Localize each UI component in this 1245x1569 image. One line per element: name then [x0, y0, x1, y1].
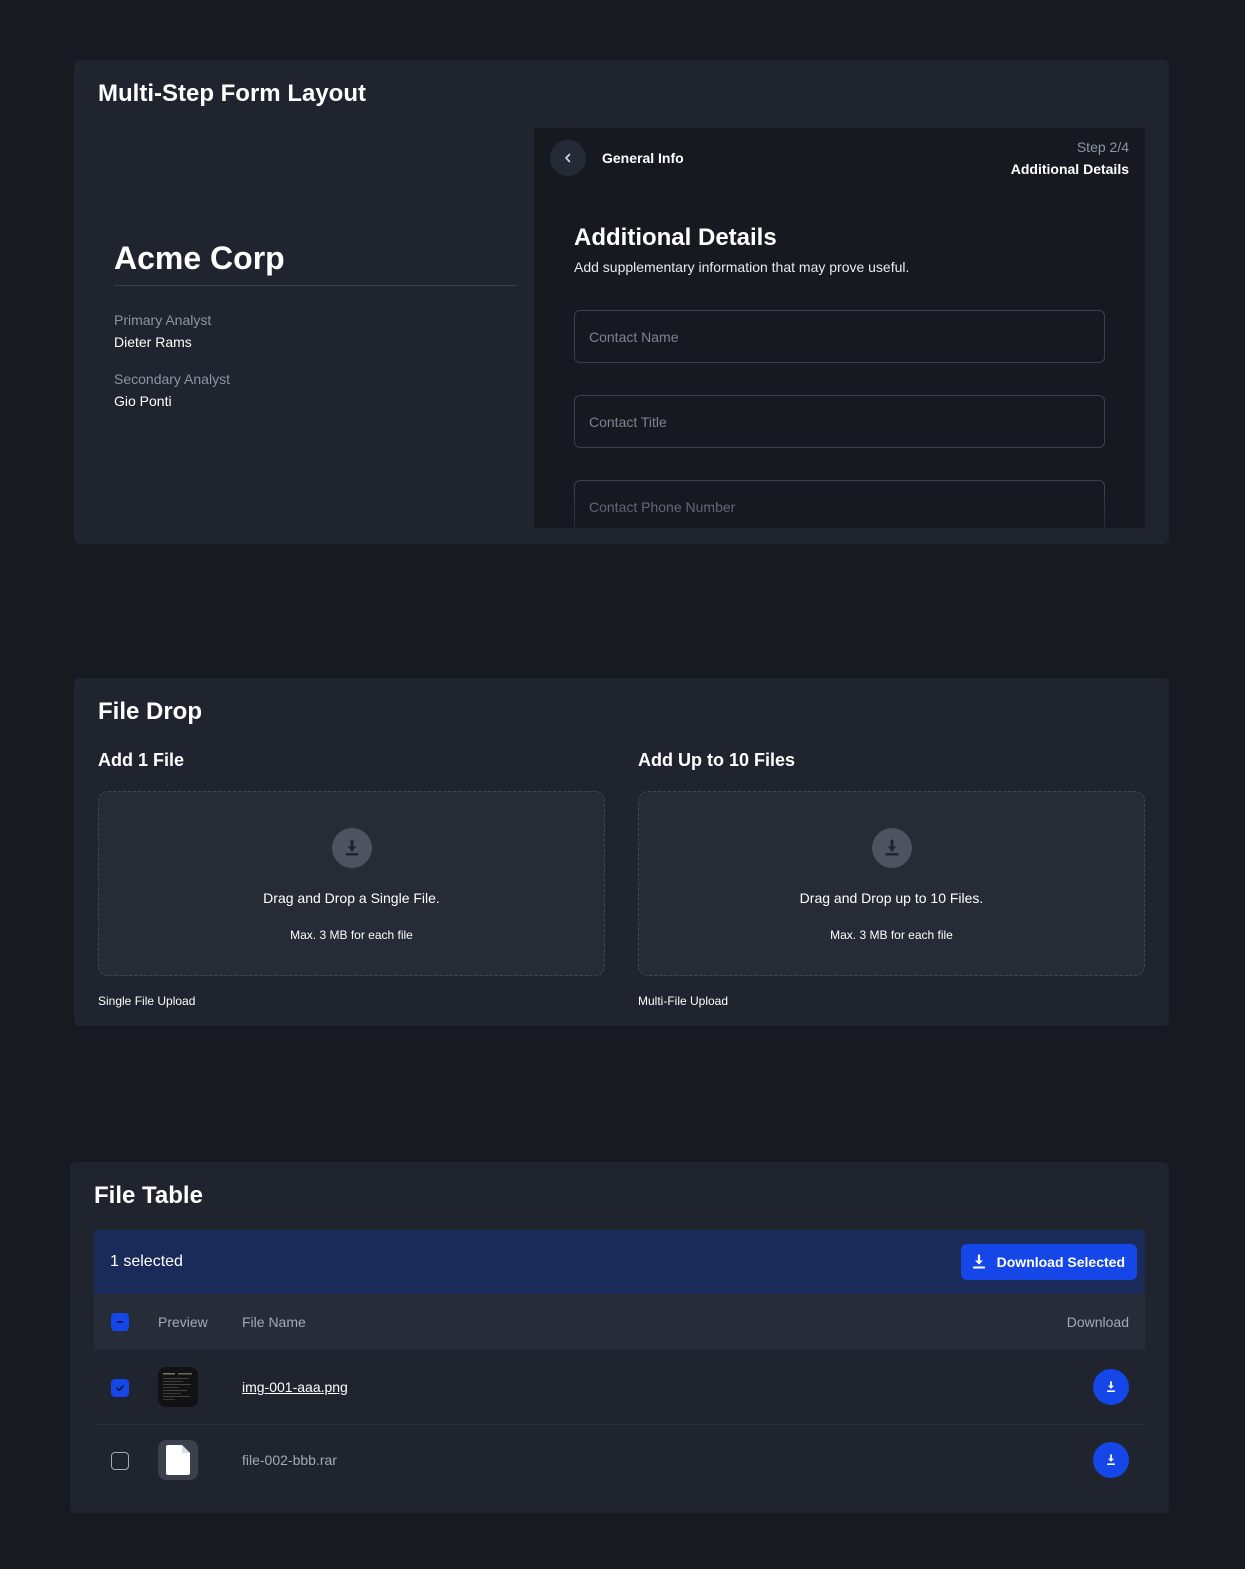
- file-name: file-002-bbb.rar: [242, 1452, 337, 1468]
- form-subheading: Add supplementary information that may p…: [574, 259, 910, 275]
- company-name: Acme Corp: [114, 240, 285, 276]
- primary-analyst-value: Dieter Rams: [114, 334, 192, 350]
- contact-title-input[interactable]: [574, 395, 1105, 448]
- previous-step-label[interactable]: General Info: [602, 150, 684, 166]
- check-icon: [116, 1385, 124, 1391]
- download-icon: [972, 1254, 985, 1269]
- selection-count: 1 selected: [110, 1253, 183, 1270]
- row-download-button[interactable]: [1093, 1369, 1129, 1405]
- file-name-link[interactable]: img-001-aaa.png: [242, 1379, 348, 1395]
- table-row: img-001-aaa.png: [94, 1351, 1145, 1424]
- secondary-analyst-value: Gio Ponti: [114, 393, 172, 409]
- back-button[interactable]: [550, 140, 586, 176]
- select-all-checkbox[interactable]: [111, 1313, 129, 1331]
- primary-analyst-label: Primary Analyst: [114, 312, 212, 328]
- file-table-card: File Table 1 selected Download Selected …: [70, 1162, 1169, 1513]
- form-heading: Additional Details: [574, 224, 777, 251]
- download-selected-label: Download Selected: [996, 1254, 1125, 1270]
- file-drop-card: File Drop Add 1 File Drag and Drop a Sin…: [74, 678, 1169, 1026]
- dropzone-main-text: Drag and Drop a Single File.: [263, 890, 440, 906]
- column-header-file-name[interactable]: File Name: [242, 1314, 306, 1330]
- card-title: File Drop: [98, 698, 203, 725]
- single-file-caption: Single File Upload: [98, 994, 196, 1008]
- contact-name-input[interactable]: [574, 310, 1105, 363]
- download-selected-button[interactable]: Download Selected: [960, 1244, 1137, 1280]
- card-title: Multi-Step Form Layout: [98, 80, 366, 107]
- column-header-download: Download: [1066, 1314, 1129, 1330]
- download-icon: [1107, 1381, 1115, 1392]
- dropzone-main-text: Drag and Drop up to 10 Files.: [799, 890, 984, 906]
- column-header-preview: Preview: [158, 1314, 208, 1330]
- row-download-button[interactable]: [1093, 1442, 1129, 1478]
- dropzone-size-limit: Max. 3 MB for each file: [290, 928, 413, 942]
- current-step-label: Additional Details: [1010, 161, 1129, 177]
- download-icon: [331, 828, 372, 868]
- row-checkbox[interactable]: [111, 1379, 129, 1397]
- form-panel: General Info Step 2/4 Additional Details…: [534, 128, 1145, 528]
- card-title: File Table: [94, 1182, 203, 1209]
- secondary-analyst-label: Secondary Analyst: [114, 371, 230, 387]
- selection-bar: 1 selected Download Selected: [94, 1230, 1145, 1294]
- multi-file-heading: Add Up to 10 Files: [638, 750, 796, 770]
- divider: [114, 285, 517, 286]
- download-icon: [871, 828, 912, 868]
- multi-file-caption: Multi-File Upload: [638, 994, 729, 1008]
- download-icon: [1107, 1454, 1115, 1465]
- image-thumbnail: [158, 1367, 198, 1407]
- contact-phone-input[interactable]: [574, 480, 1105, 528]
- single-file-heading: Add 1 File: [98, 750, 185, 770]
- multi-step-form-card: Multi-Step Form Layout Acme Corp Primary…: [74, 60, 1169, 544]
- step-indicator: Step 2/4: [1076, 139, 1129, 155]
- chevron-left-icon: [565, 153, 571, 163]
- row-checkbox[interactable]: [111, 1452, 129, 1470]
- table-row: file-002-bbb.rar: [94, 1424, 1145, 1497]
- dropzone-size-limit: Max. 3 MB for each file: [830, 928, 953, 942]
- minus-icon: [117, 1321, 123, 1323]
- document-thumbnail: [158, 1440, 198, 1480]
- multi-file-dropzone[interactable]: Drag and Drop up to 10 Files. Max. 3 MB …: [638, 791, 1145, 976]
- document-icon: [166, 1445, 190, 1475]
- single-file-dropzone[interactable]: Drag and Drop a Single File. Max. 3 MB f…: [98, 791, 605, 976]
- table-header: Preview File Name Download: [94, 1294, 1145, 1350]
